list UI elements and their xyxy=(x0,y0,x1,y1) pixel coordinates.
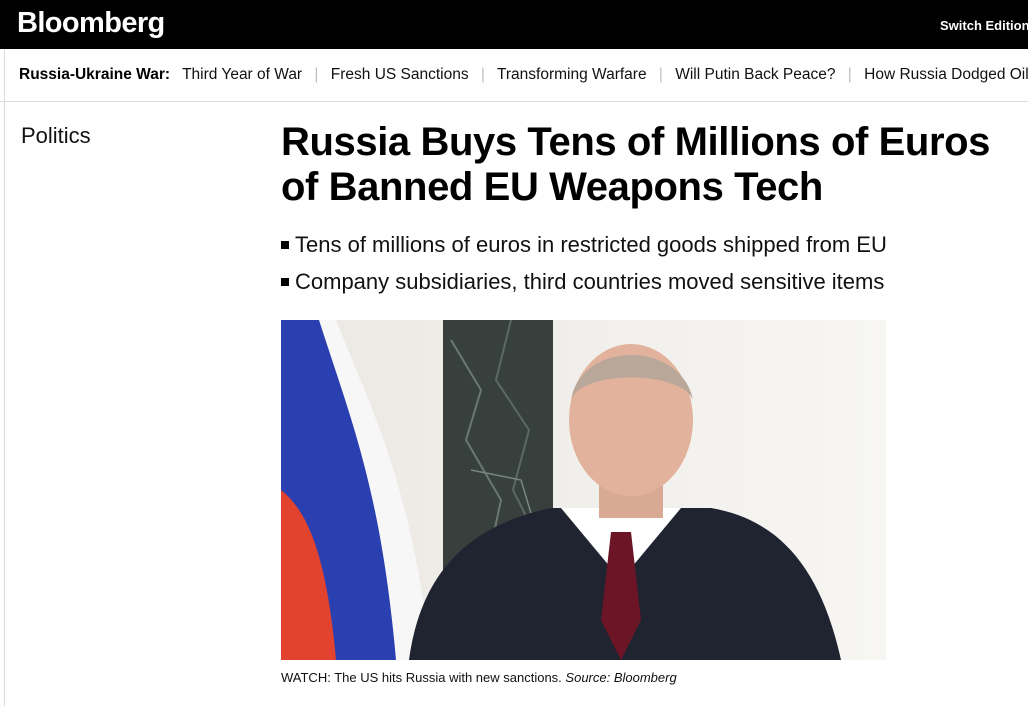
topic-separator: | xyxy=(847,66,852,83)
square-bullet-icon xyxy=(281,241,289,249)
caption-text: WATCH: The US hits Russia with new sanct… xyxy=(281,670,562,685)
topic-separator: | xyxy=(480,66,485,83)
topic-link-third-year[interactable]: Third Year of War xyxy=(182,66,302,83)
topic-separator: | xyxy=(658,66,663,83)
page-left-rule xyxy=(4,49,5,706)
topic-link-us-sanctions[interactable]: Fresh US Sanctions xyxy=(331,66,469,83)
top-nav-bar: Bloomberg Switch Edition xyxy=(0,0,1028,49)
square-bullet-icon xyxy=(281,278,289,286)
summary-item: Company subsidiaries, third countries mo… xyxy=(281,263,887,300)
lead-image-illustration xyxy=(281,320,886,660)
bloomberg-logo[interactable]: Bloomberg xyxy=(17,7,165,40)
media-caption: WATCH: The US hits Russia with new sanct… xyxy=(281,670,677,685)
summary-item: Tens of millions of euros in restricted … xyxy=(281,226,887,263)
article-summary-list: Tens of millions of euros in restricted … xyxy=(281,226,887,300)
topic-navigation: Russia-Ukraine War: Third Year of War | … xyxy=(0,49,1028,102)
topic-link-oil[interactable]: How Russia Dodged Oil xyxy=(864,66,1028,83)
switch-edition-link[interactable]: Switch Edition xyxy=(940,18,1028,33)
article-headline: Russia Buys Tens of Millions of Euros of… xyxy=(281,120,991,209)
topic-link-putin-peace[interactable]: Will Putin Back Peace? xyxy=(675,66,835,83)
caption-source: Source: Bloomberg xyxy=(565,670,677,685)
topic-navigation-row: Russia-Ukraine War: Third Year of War | … xyxy=(19,66,1028,84)
topic-label: Russia-Ukraine War: xyxy=(19,66,171,83)
topic-link-transforming-warfare[interactable]: Transforming Warfare xyxy=(497,66,647,83)
section-label-politics[interactable]: Politics xyxy=(21,123,91,149)
topic-separator: | xyxy=(314,66,319,83)
summary-item-text: Tens of millions of euros in restricted … xyxy=(295,232,887,257)
summary-item-text: Company subsidiaries, third countries mo… xyxy=(295,269,885,294)
lead-video-thumbnail[interactable] xyxy=(281,320,886,660)
